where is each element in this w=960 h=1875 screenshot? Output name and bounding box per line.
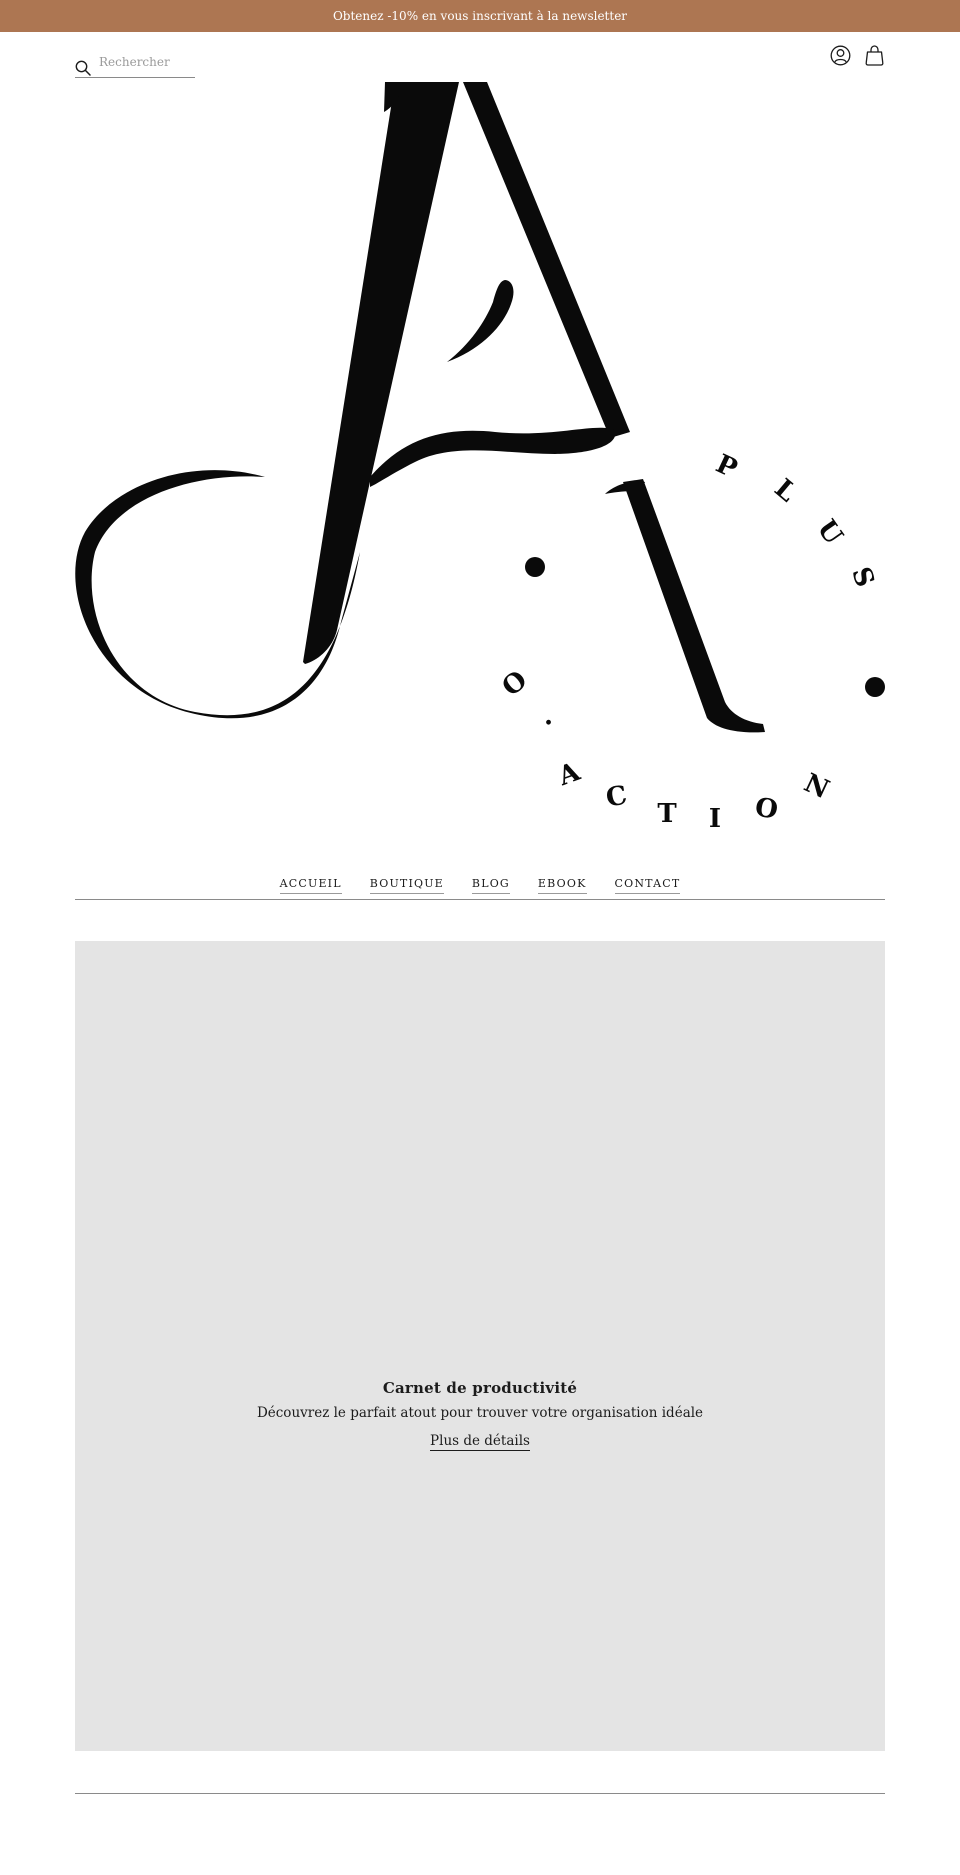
nav-item-contact[interactable]: CONTACT: [614, 868, 681, 894]
svg-text:N: N: [799, 768, 833, 805]
cart-icon[interactable]: [865, 45, 884, 66]
hero-title: Carnet de productivité: [382, 1379, 578, 1397]
search-form: [75, 48, 195, 78]
announcement-text: Obtenez -10% en vous inscrivant à la new…: [332, 9, 628, 23]
logo-graphic: P L U S O · A C T I O N: [75, 82, 885, 832]
svg-text:O: O: [497, 665, 534, 703]
svg-text:S: S: [845, 563, 880, 591]
footer-divider: [75, 1793, 885, 1794]
nav-item-accueil[interactable]: ACCUEIL: [279, 868, 342, 894]
announcement-bar: Obtenez -10% en vous inscrivant à la new…: [0, 0, 960, 32]
svg-text:U: U: [811, 515, 849, 551]
hero-content: Carnet de productivité Découvrez le parf…: [75, 1379, 885, 1451]
svg-text:T: T: [657, 799, 677, 829]
svg-text:O: O: [753, 792, 781, 825]
header-icons: [830, 45, 884, 67]
brand-logo[interactable]: P L U S O · A C T I O N: [75, 82, 885, 832]
account-icon[interactable]: [830, 45, 851, 66]
svg-text:L: L: [768, 474, 801, 509]
nav-item-boutique[interactable]: BOUTIQUE: [369, 868, 444, 894]
svg-text:A: A: [554, 757, 585, 793]
hero-banner: Carnet de productivité Découvrez le parf…: [75, 941, 885, 1751]
hero-details-link[interactable]: Plus de détails: [430, 1433, 530, 1451]
search-input[interactable]: [99, 52, 195, 72]
main-nav: ACCUEIL BOUTIQUE BLOG EBOOK CONTACT: [75, 868, 885, 900]
search-icon[interactable]: [75, 60, 91, 76]
svg-text:·: ·: [538, 708, 561, 739]
svg-text:I: I: [709, 804, 721, 832]
hero-subtitle: Découvrez le parfait atout pour trouver …: [256, 1405, 704, 1421]
svg-text:P: P: [711, 449, 741, 484]
nav-item-blog[interactable]: BLOG: [471, 868, 510, 894]
nav-item-ebook[interactable]: EBOOK: [537, 868, 587, 894]
svg-text:C: C: [604, 781, 630, 814]
